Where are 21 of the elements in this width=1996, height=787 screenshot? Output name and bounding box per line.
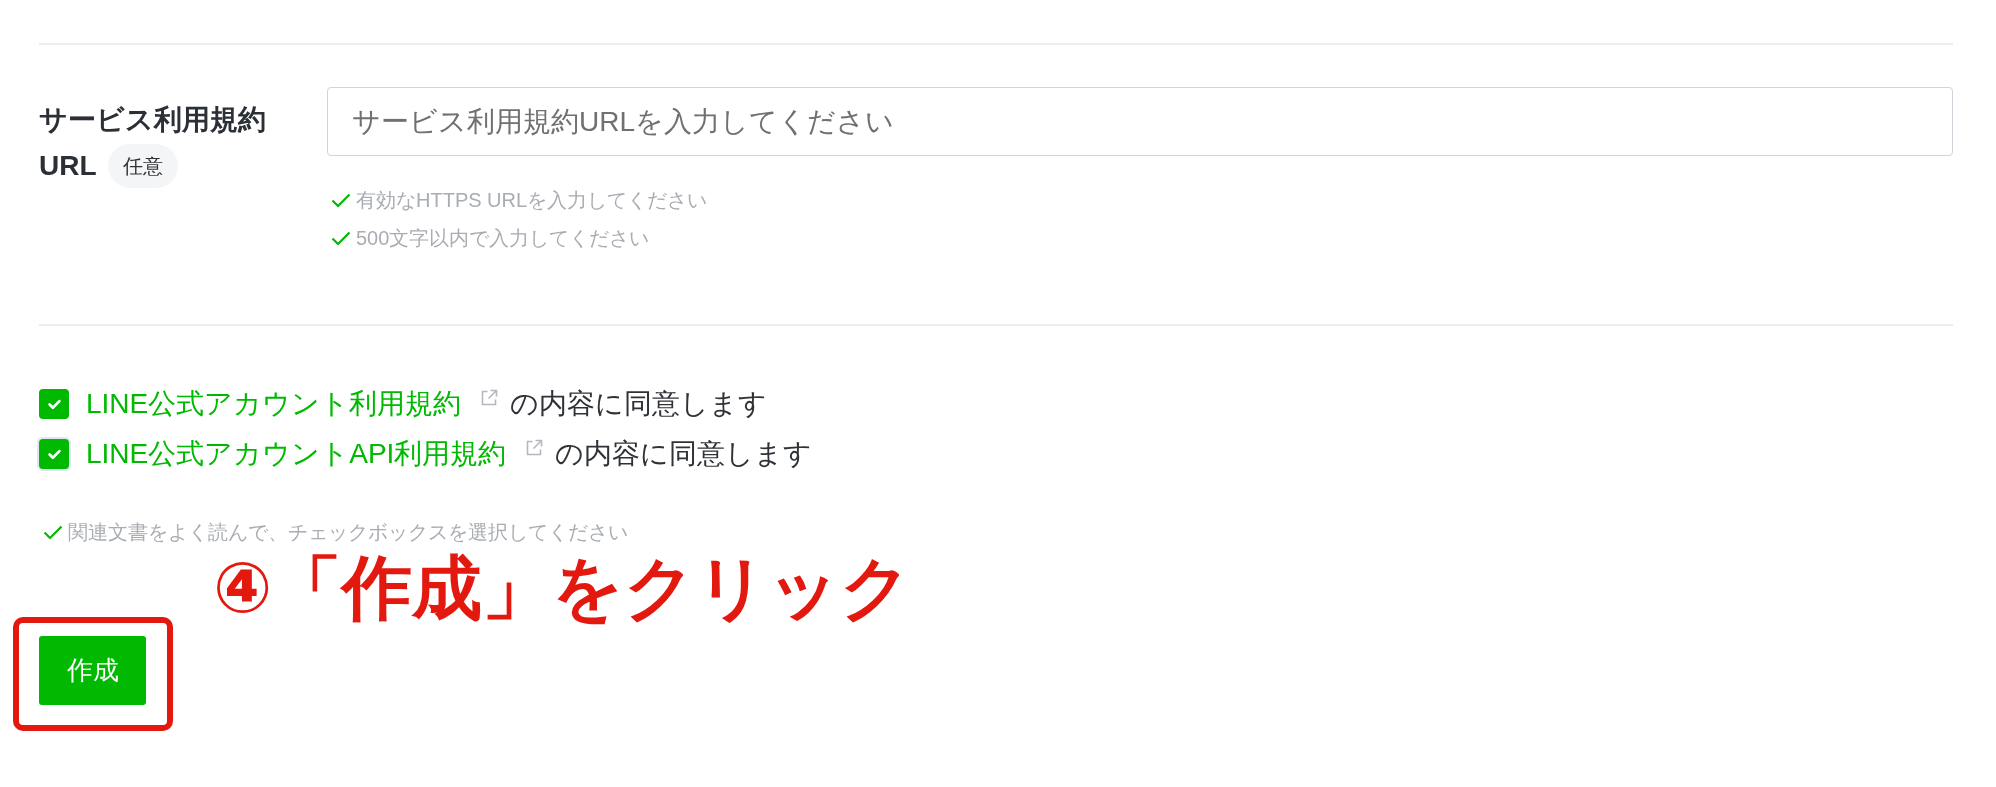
hint-text: 500文字以内で入力してください xyxy=(356,225,650,251)
annotation-text: ④「作成」をクリック xyxy=(213,548,913,629)
url-input-field[interactable]: サービス利用規約URLを入力してください xyxy=(327,87,1953,156)
hint-text: 関連文書をよく読んで、チェックボックスを選択してください xyxy=(68,519,628,545)
field-label: サービス利用規約 xyxy=(39,103,266,137)
external-link-icon xyxy=(525,439,544,457)
check-icon xyxy=(43,524,63,540)
checkmark-icon xyxy=(47,398,61,410)
optional-tag: 任意 xyxy=(107,144,178,188)
terms-link[interactable]: LINE公式アカウント利用規約 xyxy=(86,385,462,423)
create-button[interactable]: 作成 xyxy=(39,636,146,705)
checkmark-icon xyxy=(47,448,61,460)
checkbox[interactable] xyxy=(39,389,69,419)
external-link-icon xyxy=(480,389,499,407)
agreement-label: LINE公式アカウント利用規約 の内容に同意します xyxy=(86,385,768,423)
agreement-label: LINE公式アカウントAPI利用規約 の内容に同意します xyxy=(86,435,813,473)
check-icon xyxy=(331,230,351,246)
check-icon xyxy=(331,192,351,208)
hint-text: 有効なHTTPS URLを入力してください xyxy=(356,187,708,213)
terms-link[interactable]: LINE公式アカウントAPI利用規約 xyxy=(86,435,507,473)
field-label: URL xyxy=(39,150,97,182)
